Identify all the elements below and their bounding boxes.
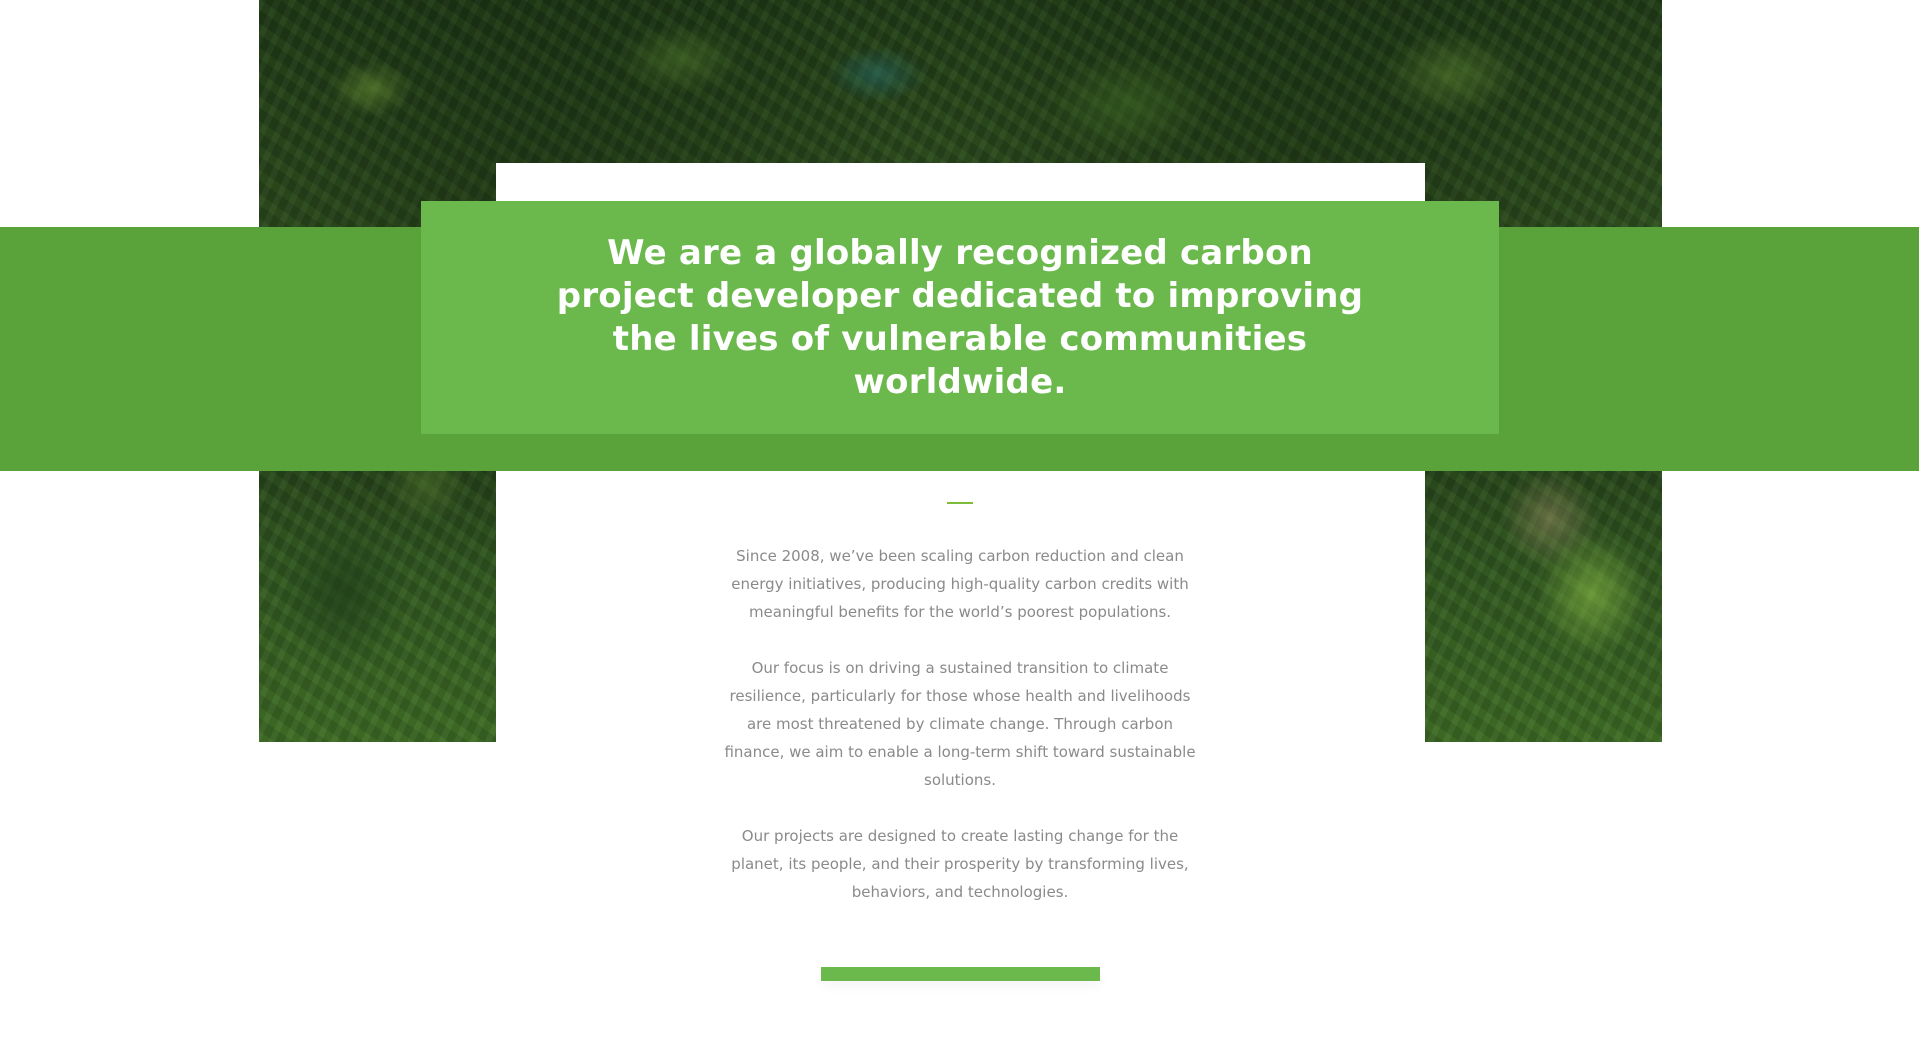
headline: We are a globally recognized carbon proj… bbox=[556, 232, 1364, 402]
body-paragraph: Since 2008, we’ve been scaling carbon re… bbox=[731, 547, 1189, 621]
body-copy: Since 2008, we’ve been scaling carbon re… bbox=[722, 542, 1198, 934]
body-paragraph: Our focus is on driving a sustained tran… bbox=[724, 659, 1196, 789]
about-section: We are a globally recognized carbon proj… bbox=[0, 0, 1919, 1056]
headline-box: We are a globally recognized carbon proj… bbox=[421, 201, 1499, 434]
body-paragraph: Our projects are designed to create last… bbox=[731, 827, 1189, 901]
cta-button[interactable] bbox=[821, 967, 1100, 981]
divider-line bbox=[947, 502, 973, 504]
